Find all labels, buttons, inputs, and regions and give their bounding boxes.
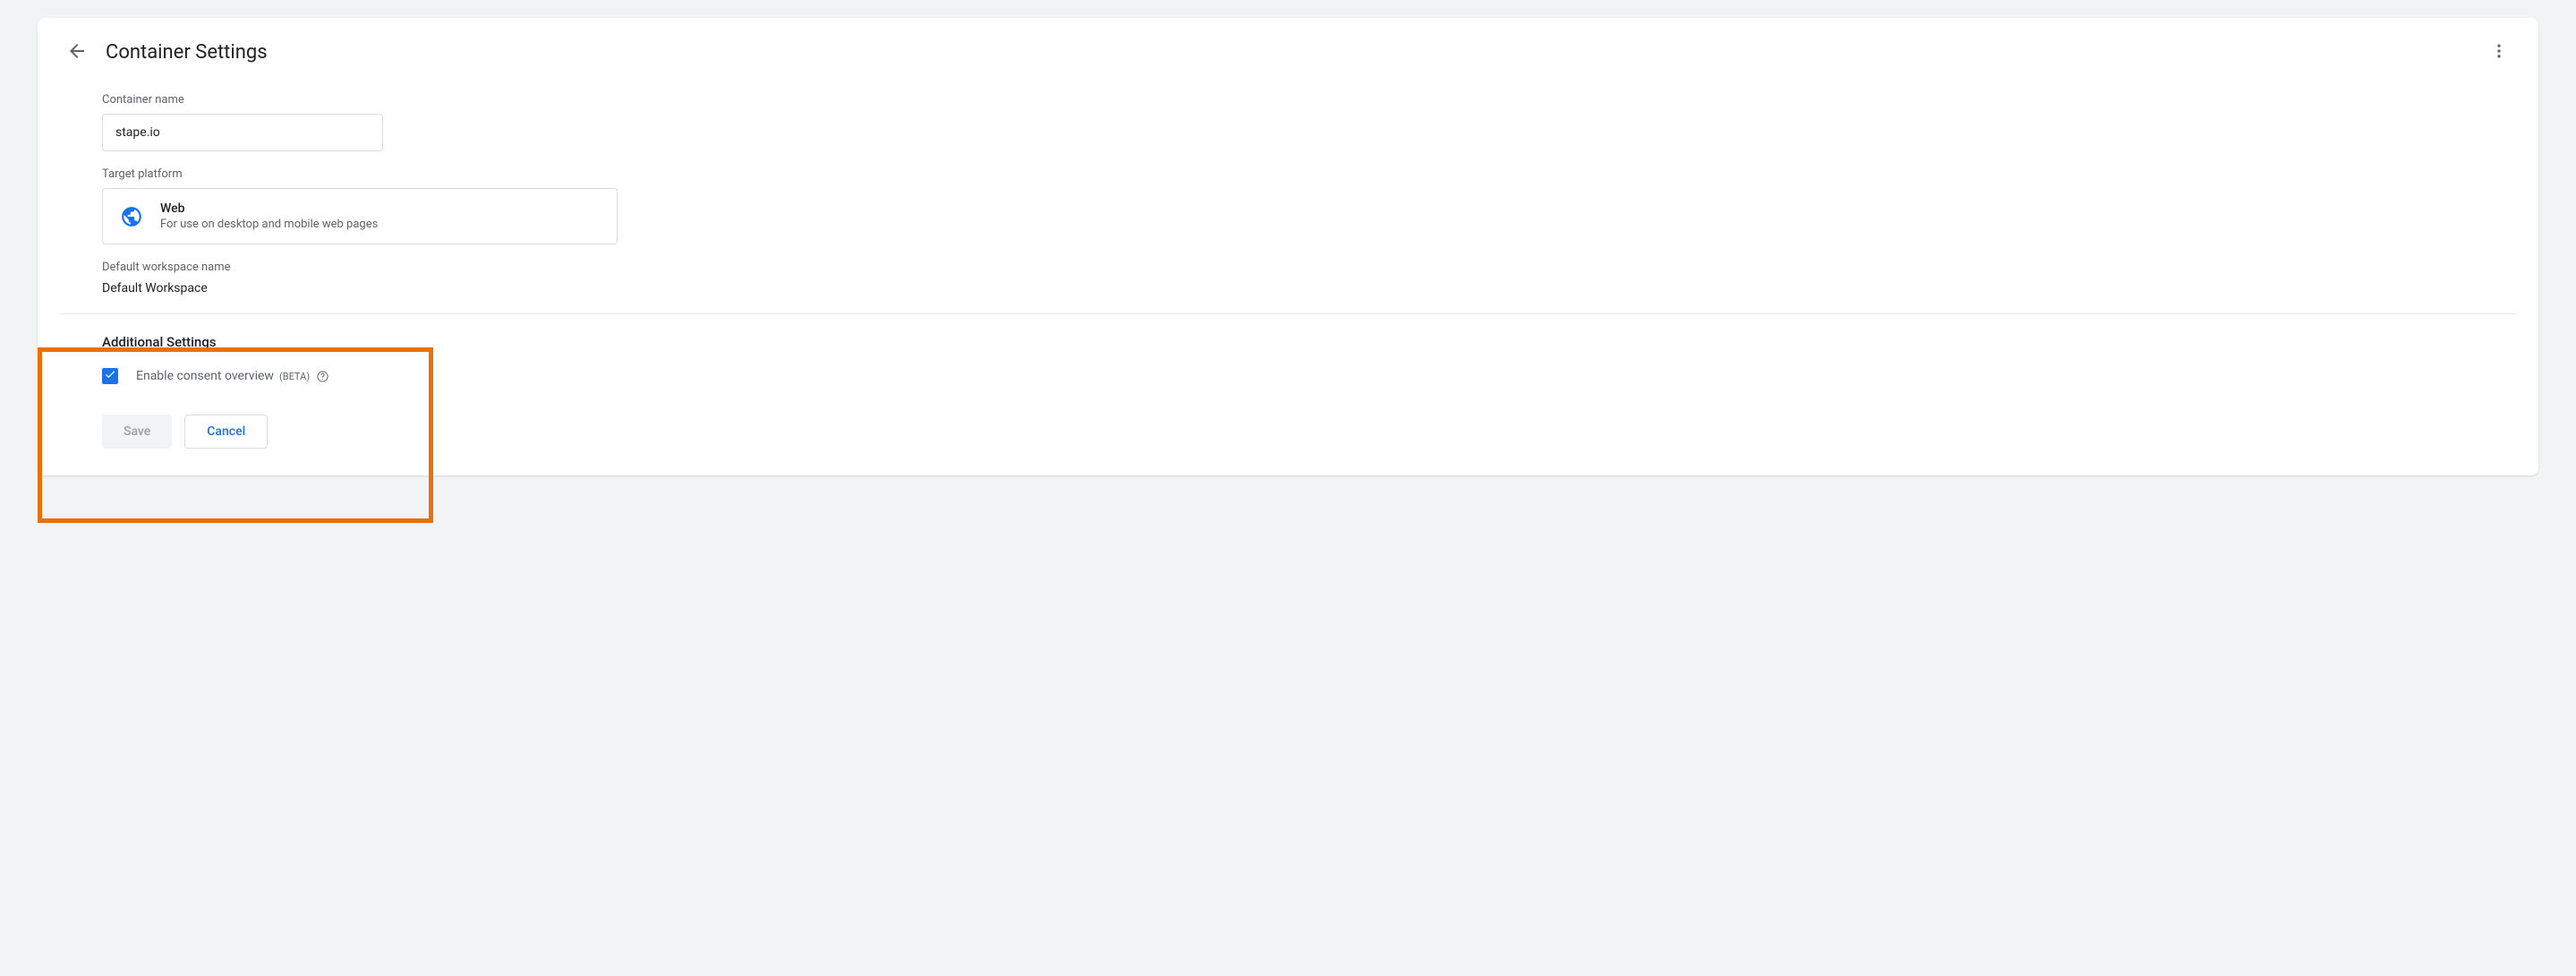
target-platform-card[interactable]: Web For use on desktop and mobile web pa… [102, 188, 618, 244]
page-title: Container Settings [106, 41, 268, 64]
default-workspace-label: Default workspace name [102, 261, 2517, 274]
arrow-left-icon [66, 40, 88, 64]
container-name-label: Container name [102, 93, 2517, 107]
back-button[interactable] [59, 34, 95, 70]
save-button[interactable]: Save [102, 415, 172, 449]
content: Container name Target platform Web For u… [38, 93, 2538, 295]
container-name-input[interactable] [102, 114, 383, 151]
more-vertical-icon [2490, 42, 2508, 63]
more-menu-button[interactable] [2481, 34, 2517, 70]
button-row: Save Cancel [102, 415, 2517, 449]
platform-description: For use on desktop and mobile web pages [160, 218, 378, 231]
header: Container Settings [38, 18, 2538, 77]
additional-settings-section: Additional Settings Enable consent overv… [38, 314, 2538, 472]
platform-text: Web For use on desktop and mobile web pa… [160, 201, 378, 231]
consent-overview-label-group: Enable consent overview (BETA) [136, 369, 329, 383]
additional-settings-title: Additional Settings [102, 334, 2517, 350]
consent-overview-checkbox[interactable] [102, 368, 118, 384]
cancel-button[interactable]: Cancel [184, 415, 268, 449]
target-platform-label: Target platform [102, 167, 2517, 181]
help-icon[interactable] [315, 369, 329, 383]
beta-tag: (BETA) [279, 371, 310, 382]
default-workspace-value: Default Workspace [102, 281, 2517, 295]
platform-title: Web [160, 201, 378, 216]
consent-overview-row: Enable consent overview (BETA) [102, 368, 2517, 384]
settings-card: Container Settings Container name Target… [38, 18, 2538, 475]
check-icon [104, 368, 116, 384]
globe-icon [119, 204, 144, 229]
consent-overview-label: Enable consent overview [136, 369, 274, 383]
